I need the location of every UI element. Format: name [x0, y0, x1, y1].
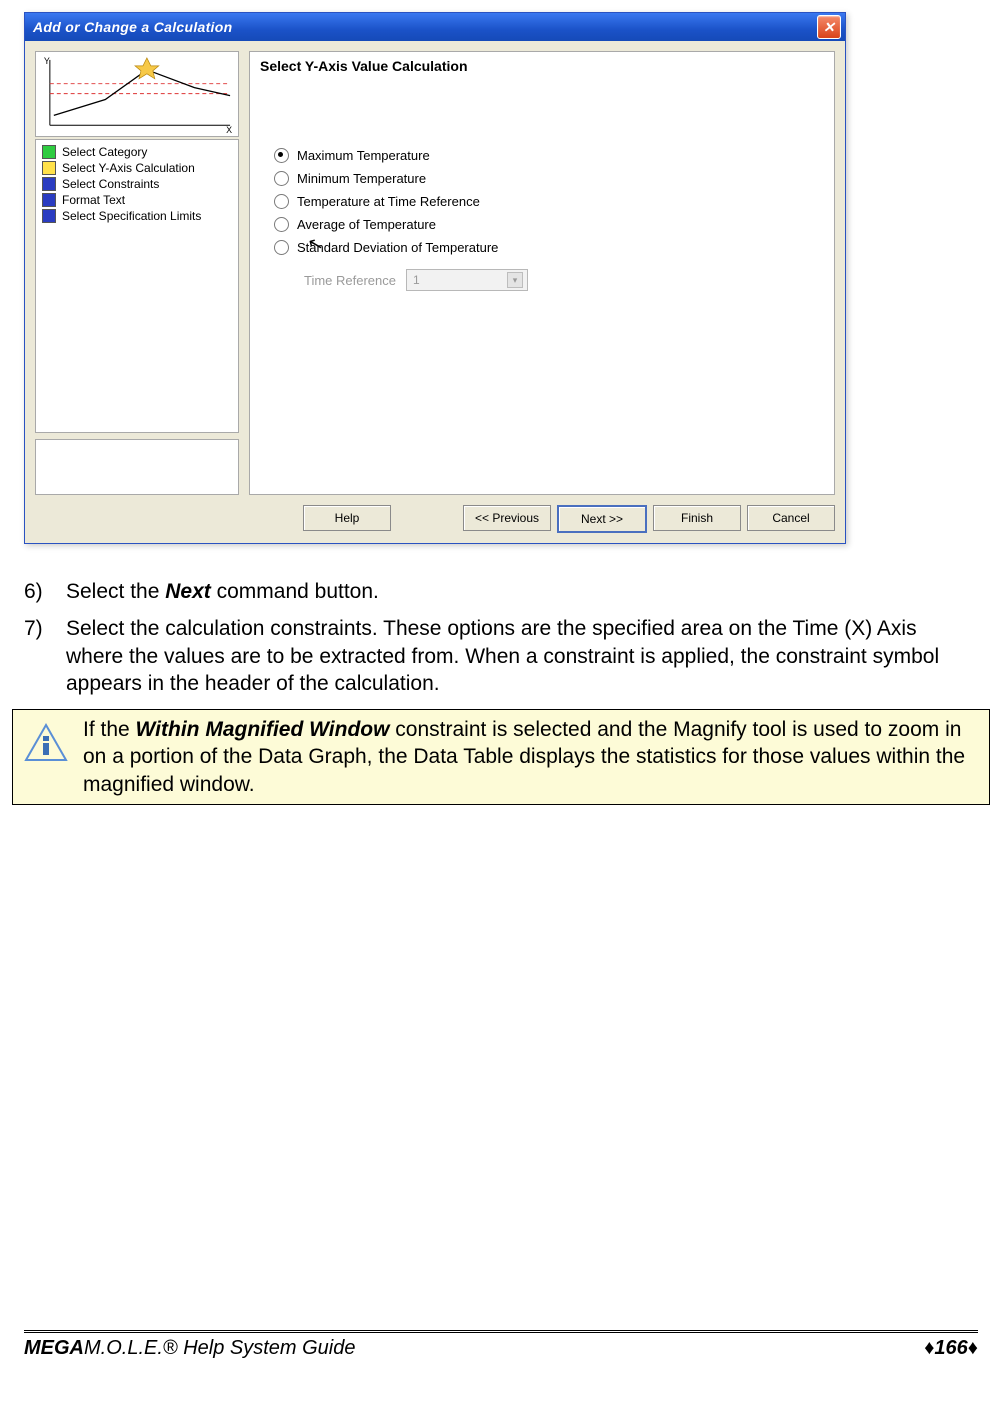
finish-button[interactable]: Finish	[653, 505, 741, 531]
step-swatch-icon	[42, 145, 56, 159]
wizard-content-panel: Select Y-Axis Value Calculation ↖ Maximu…	[249, 51, 835, 495]
radio-label: Temperature at Time Reference	[297, 194, 480, 209]
wizard-step[interactable]: Select Constraints	[42, 176, 232, 192]
time-reference-select[interactable]: 1 ▾	[406, 269, 528, 291]
step-label: Select Specification Limits	[62, 209, 201, 223]
radio-label: Minimum Temperature	[297, 171, 426, 186]
step-number: 6)	[24, 578, 56, 605]
radio-icon	[274, 217, 289, 232]
radio-option[interactable]: Average of Temperature	[274, 213, 824, 236]
window-title: Add or Change a Calculation	[33, 19, 232, 35]
previous-button[interactable]: << Previous	[463, 505, 551, 531]
radio-label: Average of Temperature	[297, 217, 436, 232]
wizard-step[interactable]: Format Text	[42, 192, 232, 208]
radio-option[interactable]: Minimum Temperature	[274, 167, 824, 190]
cancel-button[interactable]: Cancel	[747, 505, 835, 531]
step-text: Select the Next command button.	[66, 578, 978, 605]
radio-icon	[274, 240, 289, 255]
step-label: Select Category	[62, 145, 147, 159]
wizard-button-row: Help << Previous Next >> Finish Cancel	[25, 495, 845, 543]
step-swatch-icon	[42, 161, 56, 175]
list-item: 7) Select the calculation constraints. T…	[24, 615, 978, 697]
dialog-window: Add or Change a Calculation ✕ Y X	[24, 12, 846, 544]
doc-body: 6) Select the Next command button. 7) Se…	[24, 578, 978, 697]
close-icon: ✕	[823, 19, 835, 36]
guide-title: MEGAM.O.L.E.® Help System Guide	[24, 1337, 356, 1360]
wizard-step[interactable]: Select Specification Limits	[42, 208, 232, 224]
close-button[interactable]: ✕	[817, 15, 841, 39]
radio-option[interactable]: Maximum Temperature	[274, 144, 824, 167]
step-swatch-icon	[42, 209, 56, 223]
wizard-status-box	[35, 439, 239, 495]
step-label: Select Y-Axis Calculation	[62, 161, 195, 175]
step-swatch-icon	[42, 177, 56, 191]
next-button[interactable]: Next >>	[557, 505, 647, 533]
preview-chart: Y X	[35, 51, 239, 137]
page-number: ♦166♦	[924, 1337, 978, 1360]
step-text: Select the calculation constraints. Thes…	[66, 615, 978, 697]
svg-text:Y: Y	[44, 56, 50, 66]
step-label: Select Constraints	[62, 177, 159, 191]
radio-icon	[274, 148, 289, 163]
wizard-sidebar: Y X Select Category Sele	[35, 51, 239, 495]
dialog-body: Y X Select Category Sele	[25, 41, 845, 495]
combo-value: 1	[413, 273, 420, 287]
radio-icon	[274, 171, 289, 186]
radio-option[interactable]: Temperature at Time Reference	[274, 190, 824, 213]
help-button[interactable]: Help	[303, 505, 391, 531]
chevron-down-icon: ▾	[507, 272, 523, 288]
time-reference-row: Time Reference 1 ▾	[304, 269, 824, 291]
time-reference-label: Time Reference	[304, 273, 396, 288]
note-callout: If the Within Magnified Window constrain…	[12, 709, 990, 805]
info-icon	[23, 722, 69, 768]
titlebar: Add or Change a Calculation ✕	[25, 13, 845, 41]
radio-label: Maximum Temperature	[297, 148, 430, 163]
svg-text:X: X	[226, 125, 232, 135]
radio-option[interactable]: Standard Deviation of Temperature	[274, 236, 824, 259]
step-number: 7)	[24, 615, 56, 697]
step-label: Format Text	[62, 193, 125, 207]
wizard-step[interactable]: Select Category	[42, 144, 232, 160]
step-swatch-icon	[42, 193, 56, 207]
wizard-step[interactable]: Select Y-Axis Calculation	[42, 160, 232, 176]
page-footer: MEGAM.O.L.E.® Help System Guide ♦166♦	[24, 1330, 978, 1360]
radio-icon	[274, 194, 289, 209]
chart-illustration-icon: Y X	[36, 52, 238, 135]
list-item: 6) Select the Next command button.	[24, 578, 978, 605]
radio-label: Standard Deviation of Temperature	[297, 240, 498, 255]
yaxis-calc-radio-group: ↖ Maximum Temperature Minimum Temperatur…	[274, 144, 824, 291]
panel-title: Select Y-Axis Value Calculation	[260, 58, 824, 74]
note-text: If the Within Magnified Window constrain…	[83, 716, 975, 798]
wizard-steps-list: Select Category Select Y-Axis Calculatio…	[35, 139, 239, 433]
